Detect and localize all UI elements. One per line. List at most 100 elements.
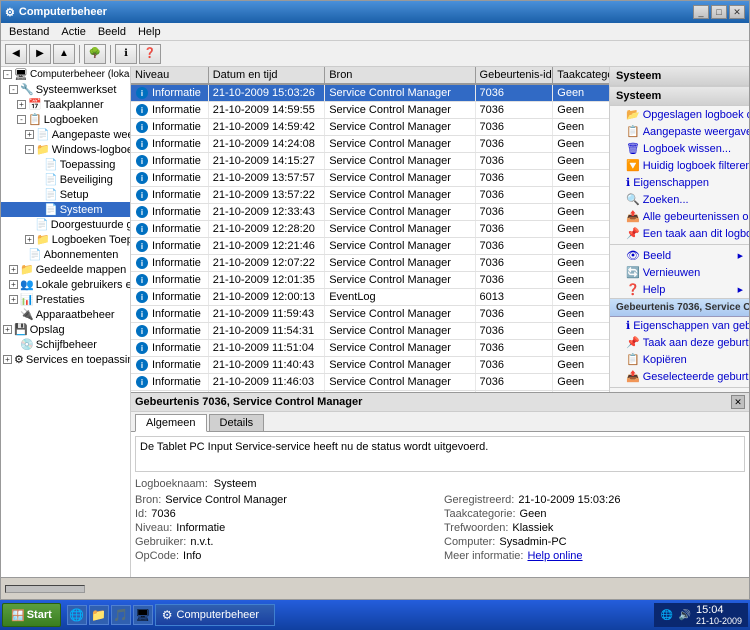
show-hide-tree[interactable]: 🌳 xyxy=(84,44,106,64)
menu-bestand[interactable]: Bestand xyxy=(3,24,55,40)
table-row[interactable]: i Informatie 21-10-2009 13:57:22 Service… xyxy=(131,187,609,204)
status-scrollbar[interactable] xyxy=(5,585,85,593)
tab-details[interactable]: Details xyxy=(209,414,265,431)
tree-icon: 💾 xyxy=(14,323,28,336)
media-quicklaunch[interactable]: 🎵 xyxy=(111,605,131,625)
tree-item-apparaatbeheer[interactable]: 🔌 Apparaatbeheer xyxy=(1,307,130,322)
table-row[interactable]: i Informatie 21-10-2009 11:40:43 Service… xyxy=(131,357,609,374)
quick-launch: 🌐 📁 🎵 🖥 xyxy=(67,605,153,625)
action-opgeslagen[interactable]: 📂Opgeslagen logboek op... xyxy=(610,106,749,123)
tree-item-windows-logboeken[interactable]: - 📁 Windows-logboeken xyxy=(1,142,130,157)
expand-icon[interactable]: - xyxy=(17,115,26,124)
expand-icon[interactable]: + xyxy=(25,235,34,244)
menu-help[interactable]: Help xyxy=(132,24,167,40)
table-row[interactable]: i Informatie 21-10-2009 11:51:04 Service… xyxy=(131,340,609,357)
table-row[interactable]: i Informatie 21-10-2009 12:28:20 Service… xyxy=(131,221,609,238)
table-row[interactable]: i Informatie 21-10-2009 14:59:42 Service… xyxy=(131,119,609,136)
table-row[interactable]: i Informatie 21-10-2009 12:00:13 EventLo… xyxy=(131,289,609,306)
table-row[interactable]: i Informatie 21-10-2009 11:46:03 Service… xyxy=(131,374,609,391)
tree-item-systeemwerkset[interactable]: - 🔧 Systeemwerkset xyxy=(1,82,130,97)
properties-button[interactable]: ℹ xyxy=(115,44,137,64)
tab-algemeen[interactable]: Algemeen xyxy=(135,414,207,432)
tree-item-opslag[interactable]: + 💾 Opslag xyxy=(1,322,130,337)
col-bron[interactable]: Bron xyxy=(325,67,475,83)
detail-close-button[interactable]: ✕ xyxy=(731,395,745,409)
tree-item-doorgestuurd[interactable]: 📄 Doorgestuurde gebe... xyxy=(1,217,130,232)
col-niveau[interactable]: Niveau xyxy=(131,67,209,83)
maximize-button[interactable]: □ xyxy=(711,5,727,19)
action-beeld[interactable]: 👁Beeld xyxy=(610,247,749,264)
close-button[interactable]: ✕ xyxy=(729,5,745,19)
field-value: Geen xyxy=(520,508,547,520)
folder-quicklaunch[interactable]: 📁 xyxy=(89,605,109,625)
pc-quicklaunch[interactable]: 🖥 xyxy=(133,605,153,625)
up-button[interactable]: ▲ xyxy=(53,44,75,64)
tree-item-computerbeheer[interactable]: - 🖥 Computerbeheer (lokaal) xyxy=(1,67,130,82)
expand-icon[interactable]: + xyxy=(9,295,18,304)
action-eigenschappen[interactable]: ℹEigenschappen xyxy=(610,174,749,191)
table-row[interactable]: i Informatie 21-10-2009 12:07:22 Service… xyxy=(131,255,609,272)
table-row[interactable]: i Informatie 21-10-2009 15:03:26 Service… xyxy=(131,85,609,102)
tree-item-abonnementen[interactable]: 📄 Abonnementen xyxy=(1,247,130,262)
tree-item-logboeken-toep[interactable]: + 📁 Logboeken Toepassin... xyxy=(1,232,130,247)
minimize-button[interactable]: _ xyxy=(693,5,709,19)
tree-item-beveiliging[interactable]: 📄 Beveiliging xyxy=(1,172,130,187)
col-datum[interactable]: Datum en tijd xyxy=(209,67,325,83)
menu-beeld[interactable]: Beeld xyxy=(92,24,132,40)
action-filteren[interactable]: 🔽Huidig logboek filteren... xyxy=(610,157,749,174)
expand-icon[interactable]: + xyxy=(3,325,12,334)
table-row[interactable]: i Informatie 21-10-2009 11:54:31 Service… xyxy=(131,323,609,340)
ie-quicklaunch[interactable]: 🌐 xyxy=(67,605,87,625)
expand-icon[interactable]: + xyxy=(17,100,26,109)
col-taak[interactable]: Taakcategorie xyxy=(553,67,609,83)
tree-item-logboeken[interactable]: - 📋 Logboeken xyxy=(1,112,130,127)
table-row[interactable]: i Informatie 21-10-2009 13:57:57 Service… xyxy=(131,170,609,187)
col-id[interactable]: Gebeurtenis-id xyxy=(476,67,554,83)
event-level: Informatie xyxy=(152,240,201,252)
expand-icon[interactable]: + xyxy=(25,130,34,139)
help-online-link[interactable]: Help online xyxy=(527,550,582,562)
action-geselecteerde[interactable]: 📤Geselecteerde geburt... xyxy=(610,368,749,385)
table-row[interactable]: i Informatie 21-10-2009 11:59:43 Service… xyxy=(131,306,609,323)
expand-icon[interactable]: - xyxy=(9,85,18,94)
tree-item-lokale-gebruikers[interactable]: + 👥 Lokale gebruikers en groep... xyxy=(1,277,130,292)
expand-icon[interactable]: - xyxy=(25,145,34,154)
expand-icon[interactable]: + xyxy=(3,355,12,364)
table-row[interactable]: i Informatie 21-10-2009 14:24:08 Service… xyxy=(131,136,609,153)
table-row[interactable]: i Informatie 21-10-2009 12:33:43 Service… xyxy=(131,204,609,221)
tree-item-aangepaste[interactable]: + 📄 Aangepaste weergaven xyxy=(1,127,130,142)
table-row[interactable]: i Informatie 21-10-2009 14:59:55 Service… xyxy=(131,102,609,119)
tree-item-taakplanner[interactable]: + 📅 Taakplanner xyxy=(1,97,130,112)
tree-item-services[interactable]: + ⚙ Services en toepassingen xyxy=(1,352,130,367)
action-taak-logbo[interactable]: 📌Een taak aan dit logbo... xyxy=(610,225,749,242)
action-kopieren[interactable]: 📋Kopiëren xyxy=(610,351,749,368)
start-label: Start xyxy=(27,609,52,621)
tree-item-systeem[interactable]: 📄 Systeem xyxy=(1,202,130,217)
action-vernieuwen[interactable]: 🔄Vernieuwen xyxy=(610,264,749,281)
table-row[interactable]: i Informatie 21-10-2009 12:01:35 Service… xyxy=(131,272,609,289)
action-taak-geburt[interactable]: 📌Taak aan deze geburt... xyxy=(610,334,749,351)
expand-icon[interactable]: - xyxy=(3,70,12,79)
back-button[interactable]: ◀ xyxy=(5,44,27,64)
actions-section-title-bar: Systeem xyxy=(610,67,749,87)
tree-item-schijfbeheer[interactable]: 💿 Schijfbeheer xyxy=(1,337,130,352)
taskbar-computerbeheer[interactable]: ⚙ Computerbeheer xyxy=(155,604,275,626)
start-button[interactable]: 🪟 Start xyxy=(2,603,61,627)
action-eigenschappen-geb[interactable]: ℹEigenschappen van geb... xyxy=(610,317,749,334)
action-help[interactable]: ❓Help xyxy=(610,281,749,298)
menu-actie[interactable]: Actie xyxy=(55,24,91,40)
tree-item-setup[interactable]: 📄 Setup xyxy=(1,187,130,202)
expand-icon[interactable]: + xyxy=(9,265,18,274)
action-zoeken[interactable]: 🔍Zoeken... xyxy=(610,191,749,208)
action-logboek-wissen[interactable]: 🗑Logboek wissen... xyxy=(610,140,749,157)
table-row[interactable]: i Informatie 21-10-2009 14:15:27 Service… xyxy=(131,153,609,170)
action-aangepaste[interactable]: 📋Aangepaste weergave... xyxy=(610,123,749,140)
expand-icon[interactable]: + xyxy=(9,280,18,289)
table-row[interactable]: i Informatie 21-10-2009 12:21:46 Service… xyxy=(131,238,609,255)
tree-item-toepassing[interactable]: 📄 Toepassing xyxy=(1,157,130,172)
tree-item-prestaties[interactable]: + 📊 Prestaties xyxy=(1,292,130,307)
forward-button[interactable]: ▶ xyxy=(29,44,51,64)
help-button[interactable]: ❓ xyxy=(139,44,161,64)
action-alle-geburt[interactable]: 📤Alle gebeurtenissen op... xyxy=(610,208,749,225)
tree-item-gedeelde-mappen[interactable]: + 📁 Gedeelde mappen xyxy=(1,262,130,277)
